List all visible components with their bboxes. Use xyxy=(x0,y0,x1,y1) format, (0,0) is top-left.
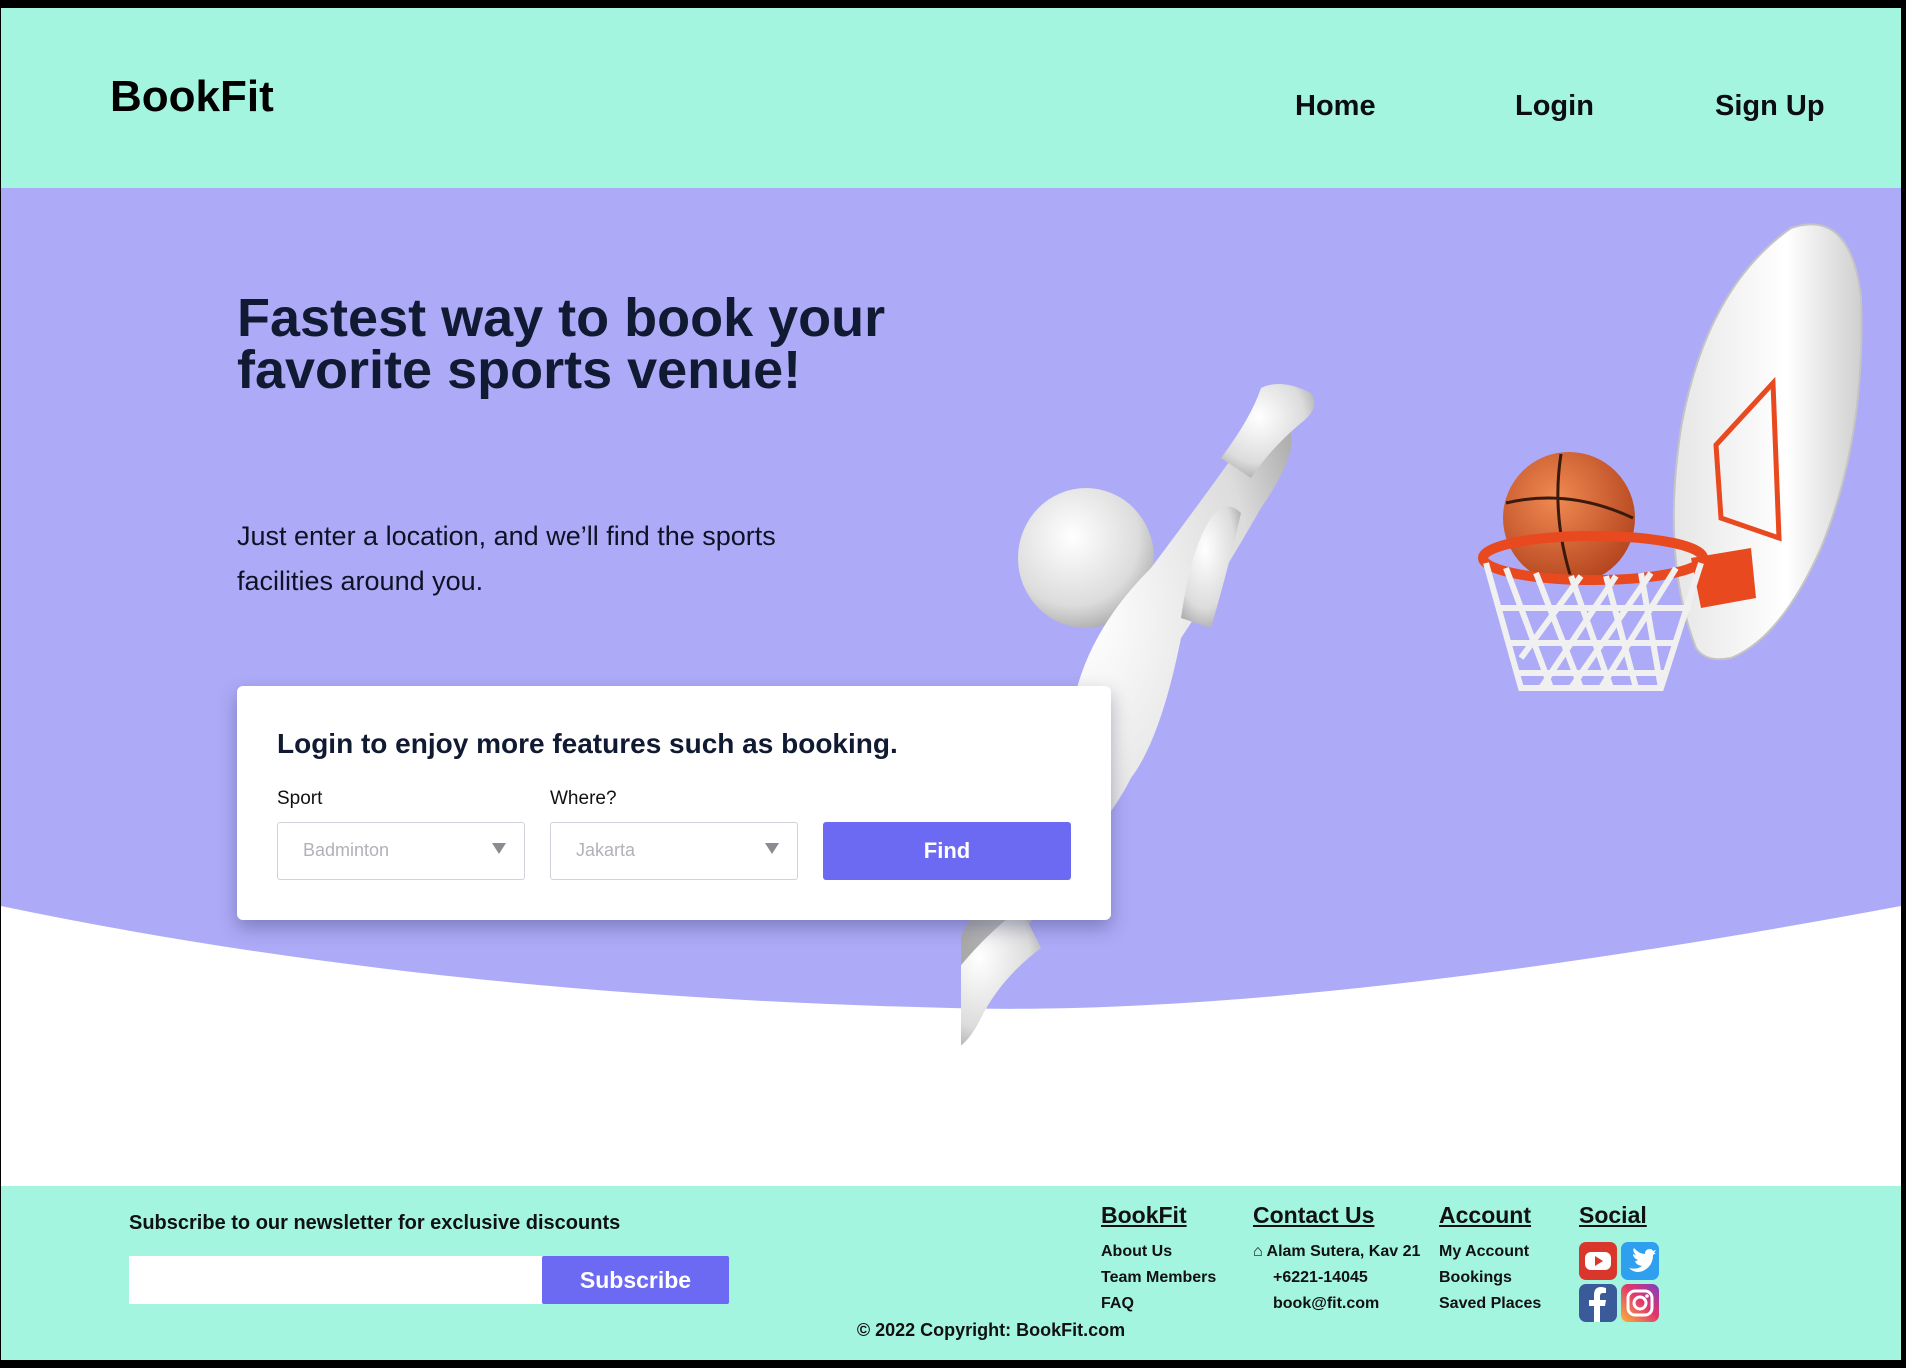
nav-home-link[interactable]: Home xyxy=(1295,90,1376,123)
footer-link-bookings[interactable]: Bookings xyxy=(1439,1265,1541,1291)
basketball-dunk-illustration xyxy=(961,223,1863,1046)
instagram-icon[interactable] xyxy=(1621,1284,1659,1322)
newsletter-title: Subscribe to our newsletter for exclusiv… xyxy=(129,1212,621,1234)
sport-select-value: Badminton xyxy=(303,840,390,860)
backboard xyxy=(1672,223,1863,661)
where-select-value: Jakarta xyxy=(576,840,636,860)
footer-link-saved-places[interactable]: Saved Places xyxy=(1439,1291,1541,1317)
footer-heading-account[interactable]: Account xyxy=(1439,1202,1541,1229)
contact-email[interactable]: book@fit.com xyxy=(1253,1291,1420,1317)
social-icons xyxy=(1579,1242,1661,1324)
contact-address: ⌂ Alam Sutera, Kav 21 xyxy=(1253,1243,1421,1260)
nav-signup-link[interactable]: Sign Up xyxy=(1715,90,1825,123)
page: BookFit Home Login Sign Up Fastest way t… xyxy=(0,0,1906,1368)
subscribe-button[interactable]: Subscribe xyxy=(542,1256,729,1304)
footer-heading-social: Social xyxy=(1579,1202,1647,1228)
contact-phone: +6221-14045 xyxy=(1273,1269,1368,1286)
sport-select[interactable]: Badminton xyxy=(277,822,525,880)
footer-column-social: Social xyxy=(1579,1202,1659,1322)
search-card-title: Login to enjoy more features such as boo… xyxy=(277,728,898,759)
find-button[interactable]: Find xyxy=(823,822,1071,880)
logo[interactable]: BookFit xyxy=(110,72,274,122)
site-header: BookFit Home Login Sign Up xyxy=(1,8,1901,188)
hero-title: Fastest way to book your favorite sports… xyxy=(237,288,886,400)
browser-frame: BookFit Home Login Sign Up Fastest way t… xyxy=(1,8,1901,1360)
chevron-down-icon xyxy=(492,843,506,854)
chevron-down-icon xyxy=(765,843,779,854)
footer-heading-bookfit[interactable]: BookFit xyxy=(1101,1202,1216,1229)
newsletter-email-input[interactable] xyxy=(129,1256,543,1304)
facebook-icon[interactable] xyxy=(1579,1284,1617,1322)
search-card: Login to enjoy more features such as boo… xyxy=(237,686,1111,920)
youtube-icon[interactable] xyxy=(1579,1242,1617,1280)
twitter-icon[interactable] xyxy=(1621,1242,1659,1280)
footer-link-about-us[interactable]: About Us xyxy=(1101,1239,1216,1265)
footer-link-my-account[interactable]: My Account xyxy=(1439,1239,1541,1265)
footer-heading-contact[interactable]: Contact Us xyxy=(1253,1202,1420,1229)
nav-login-link[interactable]: Login xyxy=(1515,90,1594,123)
footer-link-team-members[interactable]: Team Members xyxy=(1101,1265,1216,1291)
where-select[interactable]: Jakarta xyxy=(550,822,798,880)
footer-column-contact: Contact Us ⌂ Alam Sutera, Kav 21 +6221-1… xyxy=(1253,1202,1420,1317)
footer-column-account: Account My Account Bookings Saved Places xyxy=(1439,1202,1541,1317)
hero-subtitle: Just enter a location, and we’ll find th… xyxy=(237,521,776,596)
sport-label: Sport xyxy=(277,788,323,809)
where-label: Where? xyxy=(550,788,617,809)
footer-link-faq[interactable]: FAQ xyxy=(1101,1291,1216,1317)
footer-column-bookfit: BookFit About Us Team Members FAQ xyxy=(1101,1202,1216,1317)
hero-section: Fastest way to book your favorite sports… xyxy=(1,188,1901,1186)
copyright-text: © 2022 Copyright: BookFit.com xyxy=(856,1320,1126,1340)
site-footer: Subscribe to our newsletter for exclusiv… xyxy=(1,1186,1901,1360)
